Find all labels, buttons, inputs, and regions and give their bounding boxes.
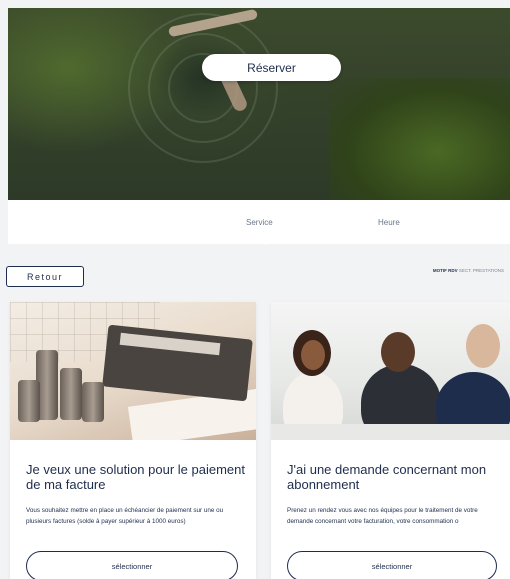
service-card-payment[interactable]: Je veux une solution pour le paiement de… [10,302,256,579]
select-button[interactable]: sélectionner [287,551,497,579]
card-title: J'ai une demande concernant mon abonneme… [287,462,487,492]
foliage [330,78,510,200]
step-heure[interactable]: Heure [378,218,400,227]
coin-stack [82,382,104,422]
active-step-indicator [260,240,270,245]
breadcrumb-label: MOTIF RDV [432,268,458,273]
coin-stack [18,380,40,422]
back-button[interactable]: Retour [6,266,84,287]
reserve-button[interactable]: Réserver [202,54,341,81]
step-service[interactable]: Service [246,218,273,227]
coin-stack [60,368,82,420]
card-description: Prenez un rendez vous avec nos équipes p… [287,507,478,525]
calculator-coins-photo [10,302,256,440]
card-title: Je veux une solution pour le paiement de… [26,462,245,492]
hero-image: Réserver [8,8,510,200]
meeting-photo [271,302,510,440]
card-description: Vous souhaitez mettre en place un échéan… [26,507,224,525]
person-man-right-face [466,324,500,368]
select-button[interactable]: sélectionner [26,551,238,579]
service-card-subscription[interactable]: J'ai une demande concernant mon abonneme… [271,302,510,579]
breadcrumb: MOTIF RDV SECT. PRESTATIONS [433,268,504,273]
appointment-page: Réserver Service Heure Retour MOTIF RDV … [0,0,510,579]
person-woman-face [301,340,325,370]
person-man-center-face [381,332,415,372]
step-navigation: Service Heure [8,200,510,245]
breadcrumb-path: SECT. PRESTATIONS [458,268,504,273]
desk [271,424,510,440]
